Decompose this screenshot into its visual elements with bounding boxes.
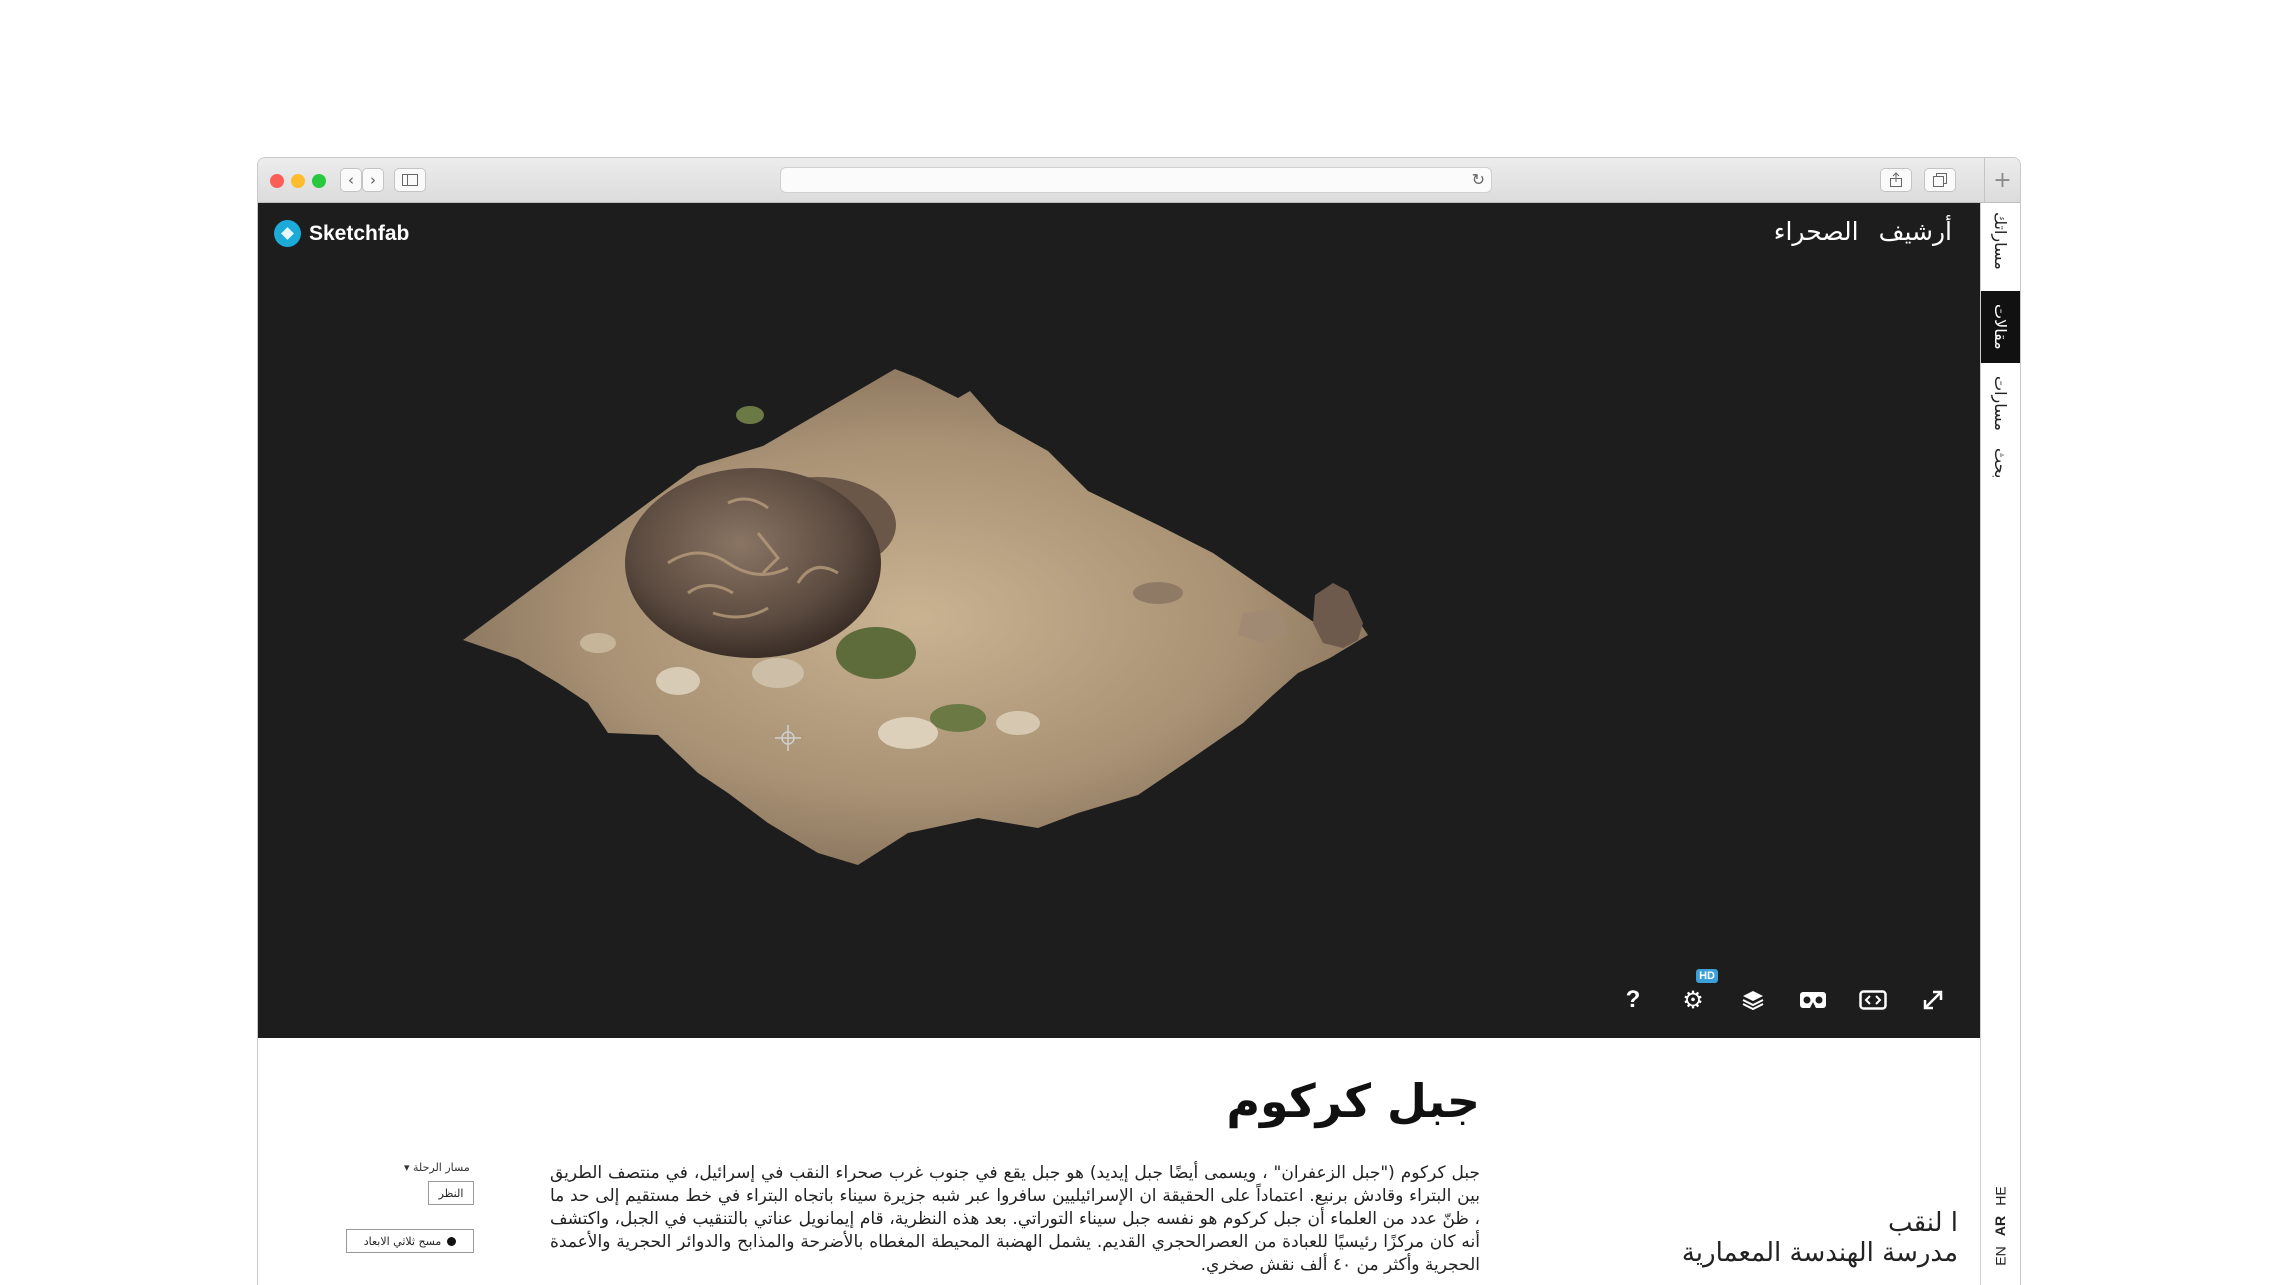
browser-window: ‹ › ↻ + Sketchfab أرشيف الصحراء ? ⚙ HD م… xyxy=(257,157,2021,1285)
sidebar-item-articles[interactable]: مقالات xyxy=(1981,291,2020,363)
minimize-window-button[interactable] xyxy=(291,174,305,188)
lang-label: HE xyxy=(1992,1186,2009,1206)
article-title: جبل كركوم xyxy=(1226,1074,1480,1128)
close-window-button[interactable] xyxy=(270,174,284,188)
top-nav: أرشيف الصحراء xyxy=(1774,217,1952,246)
embed-button[interactable] xyxy=(1856,983,1890,1017)
sketchfab-logo[interactable]: Sketchfab xyxy=(274,220,409,247)
tabs-icon xyxy=(1933,173,1947,187)
forward-button[interactable]: › xyxy=(362,168,384,192)
plus-icon: + xyxy=(1993,167,2012,193)
reload-icon[interactable]: ↻ xyxy=(1472,170,1485,189)
petroglyph-boulder xyxy=(625,468,881,658)
sidebar-item-search[interactable]: بحث xyxy=(1981,445,2020,481)
article-body: جبل كركوم ("جبل الزعفران" ، ويسمى أيضًا … xyxy=(550,1163,1480,1275)
zoom-window-button[interactable] xyxy=(312,174,326,188)
scan-3d-button[interactable]: مسح ثلاثي الابعاد xyxy=(346,1229,474,1253)
sidebar-item-label: بحث xyxy=(1991,447,2010,479)
sidebar-toggle-button[interactable] xyxy=(394,168,426,192)
vr-icon xyxy=(1800,992,1826,1008)
shrub xyxy=(836,627,916,679)
share-icon xyxy=(1890,172,1902,187)
sidebar-item-label: مقالات xyxy=(1991,304,2010,350)
nav-archive[interactable]: أرشيف xyxy=(1879,217,1952,246)
caret-down-icon: ▾ xyxy=(404,1161,410,1174)
rock xyxy=(996,711,1040,735)
bullet-icon xyxy=(447,1236,457,1246)
chevron-left-icon: ‹ xyxy=(348,171,354,189)
help-icon: ? xyxy=(1625,986,1641,1013)
sidebar-item-routes[interactable]: مسارات xyxy=(1981,373,2020,433)
tabs-button[interactable] xyxy=(1924,168,1956,192)
brand-name: Sketchfab xyxy=(309,221,410,245)
shrub xyxy=(930,704,986,732)
model-viewer[interactable]: Sketchfab أرشيف الصحراء ? ⚙ HD xyxy=(258,203,1980,1038)
browser-titlebar: ‹ › ↻ + xyxy=(258,158,2020,203)
school-name: ا لنقب مدرسة الهندسة المعمارية xyxy=(1682,1208,1958,1268)
back-button[interactable]: ‹ xyxy=(340,168,362,192)
rock xyxy=(656,667,700,695)
terrain-model[interactable] xyxy=(258,203,1980,1038)
lang-he[interactable]: HE xyxy=(1981,1186,2020,1206)
lang-ar[interactable]: AR xyxy=(1981,1215,2020,1237)
sketchfab-logo-icon xyxy=(274,220,301,247)
rock xyxy=(580,633,616,653)
chevron-right-icon: › xyxy=(370,171,376,189)
fullscreen-button[interactable] xyxy=(1916,983,1950,1017)
sidebar-item-label: مساراتك xyxy=(1991,212,2010,270)
settings-button[interactable]: ⚙ HD xyxy=(1676,969,1718,1017)
hd-badge: HD xyxy=(1696,969,1718,983)
nav-desert[interactable]: الصحراء xyxy=(1774,217,1859,246)
right-sidebar: مساراتك مقالات مسارات بحث HE AR EN xyxy=(1980,203,2020,1285)
sidebar-item-label: مسارات xyxy=(1991,375,2010,431)
address-bar[interactable]: ↻ xyxy=(780,167,1492,193)
shrub xyxy=(736,406,764,424)
sidebar-icon xyxy=(402,174,418,186)
embed-icon xyxy=(1859,990,1887,1010)
viewer-controls: ? ⚙ HD xyxy=(1616,969,1950,1017)
rock xyxy=(1133,582,1183,604)
new-tab-button[interactable]: + xyxy=(1984,158,2020,202)
layers-button[interactable] xyxy=(1736,983,1770,1017)
sidebar-item-your-routes[interactable]: مساراتك xyxy=(1981,211,2020,271)
article-section: جبل كركوم جبل كركوم ("جبل الزعفران" ، وي… xyxy=(258,1038,1980,1285)
terrain-ground xyxy=(463,369,1368,865)
school-line-1: ا لنقب xyxy=(1888,1208,1958,1238)
vr-button[interactable] xyxy=(1796,983,1830,1017)
route-dropdown[interactable]: ▾ مسار الرحلة xyxy=(404,1161,470,1174)
lang-label: EN xyxy=(1992,1246,2009,1266)
rock xyxy=(878,717,938,749)
lang-en[interactable]: EN xyxy=(1981,1246,2020,1266)
scan-label: مسح ثلاثي الابعاد xyxy=(363,1234,442,1248)
settings-icon: ⚙ xyxy=(1682,986,1704,1014)
school-line-2: مدرسة الهندسة المعمارية xyxy=(1681,1238,1958,1268)
help-button[interactable]: ? xyxy=(1616,983,1650,1017)
view-button[interactable]: النظر xyxy=(428,1181,474,1205)
layers-icon xyxy=(1742,991,1764,1011)
lang-label: AR xyxy=(1992,1215,2009,1237)
share-button[interactable] xyxy=(1880,168,1912,192)
rock xyxy=(752,658,804,688)
fullscreen-icon xyxy=(1923,990,1943,1010)
route-label: مسار الرحلة xyxy=(413,1161,470,1174)
